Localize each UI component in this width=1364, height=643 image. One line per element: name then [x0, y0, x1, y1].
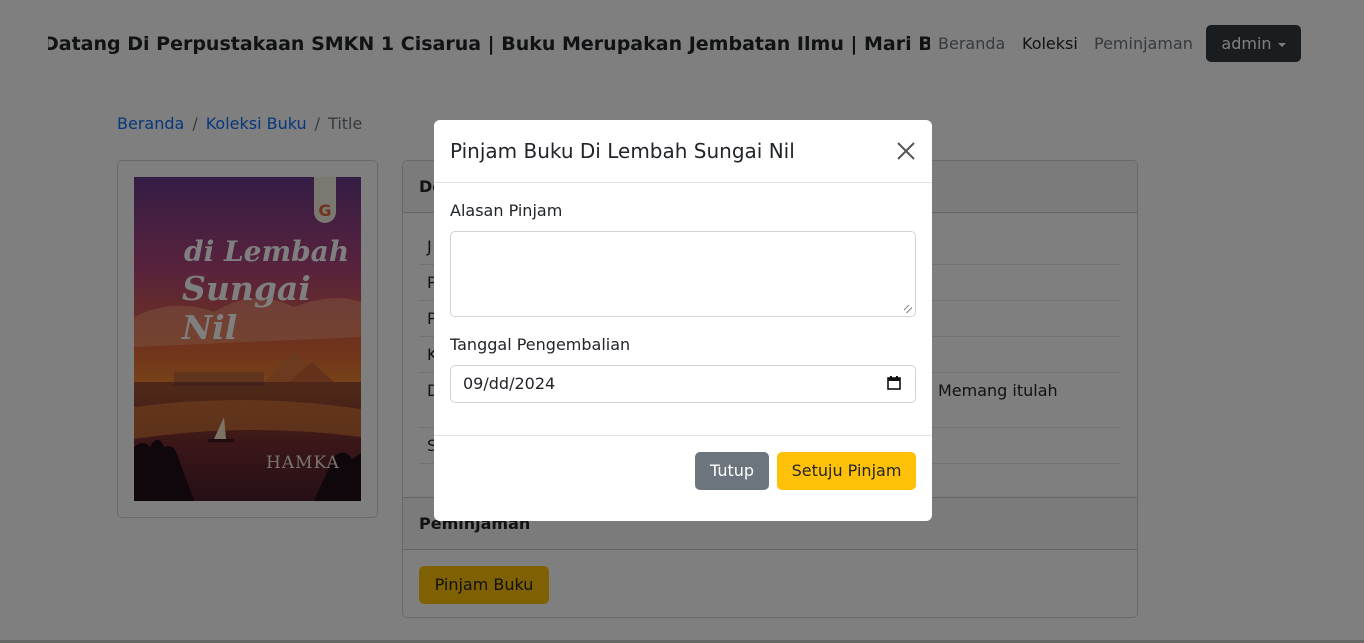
modal-footer [434, 435, 932, 436]
modal-title: Pinjam Buku Di Lembah Sungai Nil [450, 139, 795, 163]
close-icon [897, 142, 915, 160]
borrow-modal: Pinjam Buku Di Lembah Sungai Nil Alasan … [434, 120, 932, 521]
confirm-borrow-button[interactable]: Setuju Pinjam [777, 452, 916, 490]
reason-textarea[interactable] [450, 231, 916, 317]
modal-header: Pinjam Buku Di Lembah Sungai Nil [434, 120, 932, 183]
calendar-icon[interactable] [887, 376, 901, 390]
close-modal-button[interactable]: Tutup [695, 452, 769, 490]
return-date-label: Tanggal Pengembalian [450, 335, 631, 354]
modal-close-button[interactable] [896, 141, 916, 161]
return-date-input[interactable]: 09/dd/2024 [450, 365, 916, 403]
return-date-value: 09/dd/2024 [463, 374, 556, 393]
resize-handle-icon[interactable] [904, 305, 912, 313]
reason-label: Alasan Pinjam [450, 201, 563, 220]
